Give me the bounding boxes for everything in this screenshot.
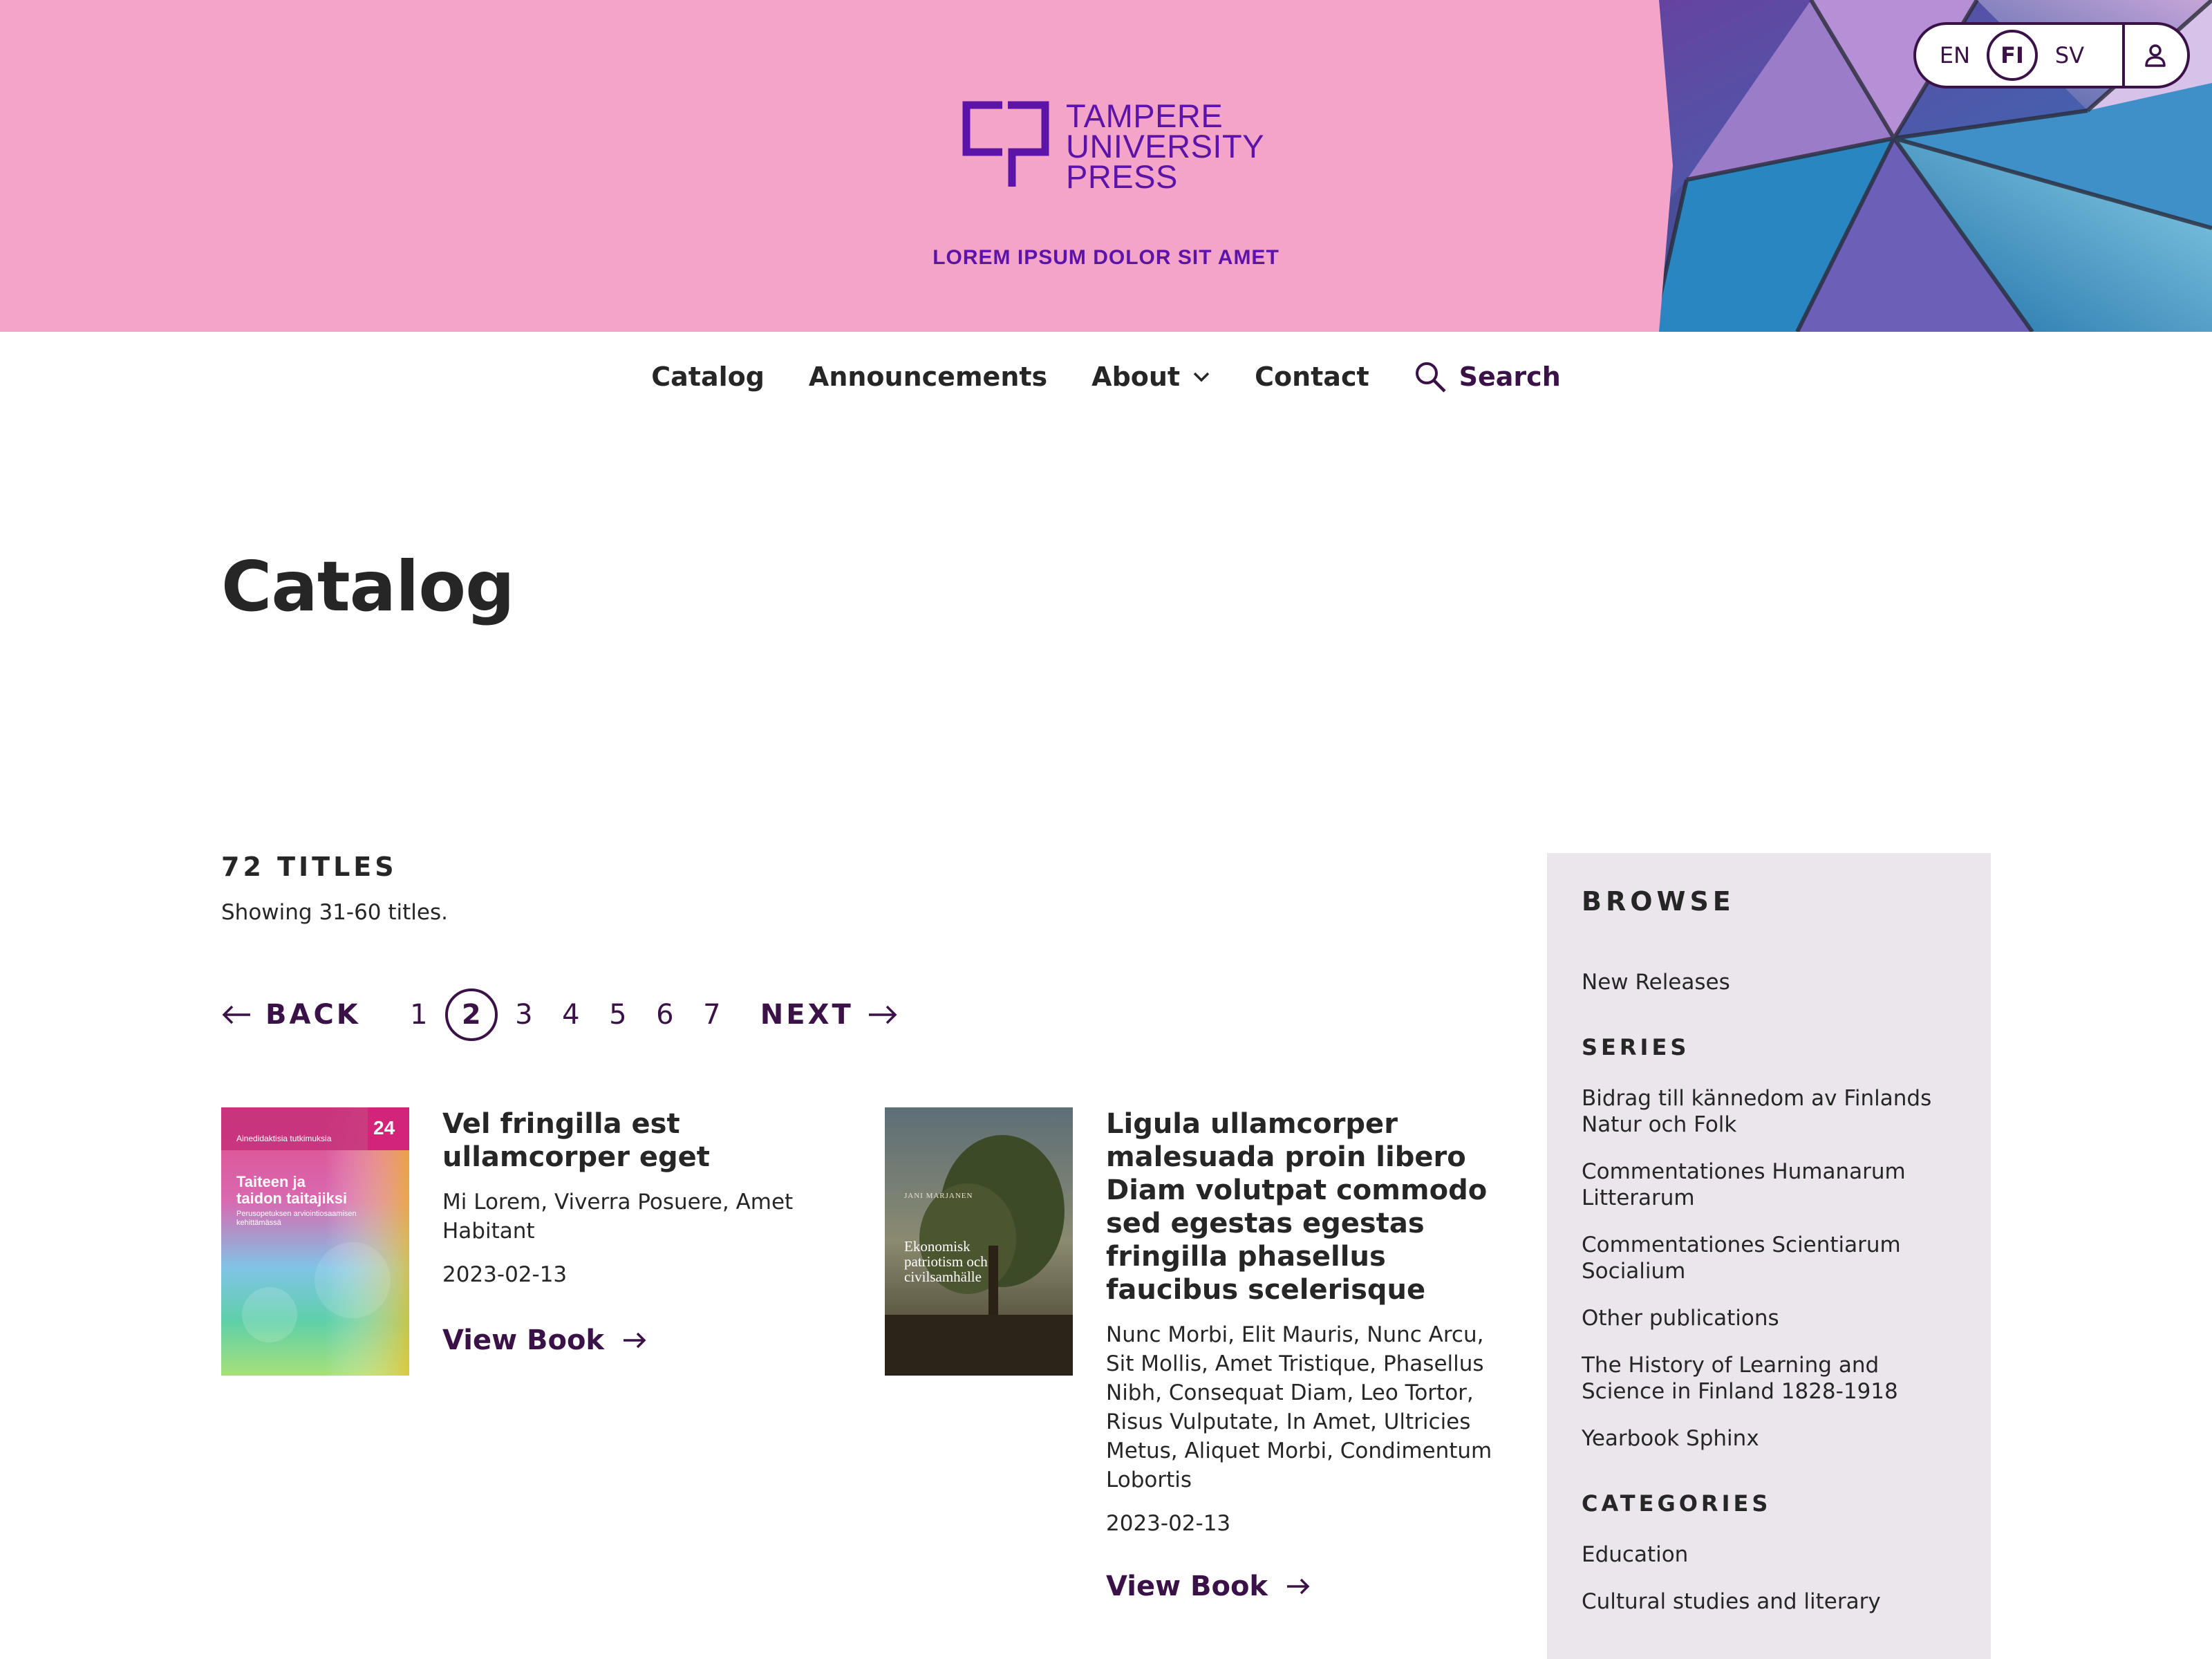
cover-title-line: Ekonomisk bbox=[904, 1238, 971, 1255]
categories-heading: CATEGORIES bbox=[1582, 1490, 1772, 1517]
pagination-next-label: NEXT bbox=[760, 999, 854, 1031]
results-range: Showing 31-60 titles. bbox=[221, 900, 448, 925]
series-link[interactable]: Commentationes Scientiarum Socialium bbox=[1582, 1232, 1956, 1284]
book-cover[interactable]: JANI MARJANEN Ekonomisk patriotism och c… bbox=[885, 1107, 1073, 1376]
language-switcher: EN FI SV bbox=[1913, 22, 2190, 88]
cover-title-line: civilsamhälle bbox=[904, 1268, 982, 1285]
pagination-back[interactable]: BACK bbox=[221, 999, 361, 1031]
cover-subtitle: Perusopetuksen arviointiosaamisen kehitt… bbox=[236, 1210, 357, 1227]
book-authors: Nunc Morbi, Elit Mauris, Nunc Arcu, Sit … bbox=[1106, 1322, 1492, 1492]
nav-search-label: Search bbox=[1459, 362, 1561, 392]
category-link[interactable]: Cultural studies and literary bbox=[1582, 1588, 1956, 1615]
user-icon bbox=[2145, 44, 2166, 67]
series-link[interactable]: Yearbook Sphinx bbox=[1582, 1425, 1956, 1452]
pagination-pages: 1 2 3 4 5 6 7 bbox=[395, 987, 735, 1042]
results-count: 72 TITLES bbox=[221, 852, 397, 882]
arrow-right-icon bbox=[1287, 1578, 1310, 1595]
site-header: TAMPERE UNIVERSITY PRESS LOREM IPSUM DOL… bbox=[0, 0, 2212, 332]
site-tagline: LOREM IPSUM DOLOR SIT AMET bbox=[932, 246, 1280, 269]
book-cover-art bbox=[221, 1107, 409, 1376]
arrow-right-icon bbox=[868, 1005, 897, 1024]
nav-contact[interactable]: Contact bbox=[1255, 362, 1369, 392]
book-info: Vel fringilla est ullamcorper eget Mi Lo… bbox=[442, 1107, 850, 1356]
pagination-back-label: BACK bbox=[265, 999, 361, 1031]
view-book-link[interactable]: View Book bbox=[1106, 1571, 1493, 1602]
book-info: Ligula ullamcorper malesuada proin liber… bbox=[1106, 1107, 1493, 1602]
cover-title: Taiteen ja taidon taitajiksi bbox=[236, 1174, 347, 1207]
cover-title-line: patriotism och bbox=[904, 1253, 988, 1270]
page-link-5[interactable]: 5 bbox=[594, 987, 641, 1042]
cover-series: Ainedidaktisia tutkimuksia bbox=[236, 1134, 332, 1143]
cover-author: JANI MARJANEN bbox=[904, 1192, 973, 1200]
lang-fi-active[interactable]: FI bbox=[1987, 30, 2038, 81]
page-title: Catalog bbox=[221, 546, 515, 627]
book-cover[interactable]: Ainedidaktisia tutkimuksia 24 Taiteen ja… bbox=[221, 1107, 409, 1376]
book-title[interactable]: Ligula ullamcorper malesuada proin liber… bbox=[1106, 1107, 1493, 1306]
nav-announcements[interactable]: Announcements bbox=[809, 362, 1047, 392]
book-title[interactable]: Vel fringilla est ullamcorper eget bbox=[442, 1107, 850, 1174]
view-book-label: View Book bbox=[442, 1324, 605, 1356]
main-navigation: Catalog Announcements About Contact Sear… bbox=[0, 332, 2212, 422]
cover-title-line: Taiteen ja bbox=[236, 1173, 306, 1190]
page-link-4[interactable]: 4 bbox=[547, 987, 594, 1042]
series-heading: SERIES bbox=[1582, 1034, 1690, 1060]
series-link[interactable]: The History of Learning and Science in F… bbox=[1582, 1352, 1956, 1405]
page-link-3[interactable]: 3 bbox=[500, 987, 547, 1042]
chevron-down-icon bbox=[1193, 372, 1210, 382]
browse-heading: BROWSE bbox=[1582, 886, 1735, 917]
series-link[interactable]: Other publications bbox=[1582, 1305, 1956, 1331]
view-book-link[interactable]: View Book bbox=[442, 1324, 850, 1356]
category-link[interactable]: Education bbox=[1582, 1541, 1956, 1568]
pagination-next[interactable]: NEXT bbox=[760, 999, 898, 1031]
page-link-6[interactable]: 6 bbox=[641, 987, 688, 1042]
cover-title: Ekonomisk patriotism och civilsamhälle bbox=[904, 1239, 988, 1284]
lang-sv[interactable]: SV bbox=[2042, 42, 2097, 68]
logo-mark bbox=[962, 101, 1049, 187]
page-link-7[interactable]: 7 bbox=[688, 987, 735, 1042]
series-link[interactable]: Bidrag till kännedom av Finlands Natur o… bbox=[1582, 1085, 1956, 1138]
browse-sidebar: BROWSE New Releases SERIES Bidrag till k… bbox=[1547, 853, 1991, 1659]
user-account-button[interactable] bbox=[2135, 35, 2176, 76]
view-book-label: View Book bbox=[1106, 1571, 1268, 1602]
arrow-right-icon bbox=[624, 1332, 646, 1349]
arrow-left-icon bbox=[222, 1005, 250, 1024]
cover-title-line: taidon taitajiksi bbox=[236, 1190, 348, 1207]
book-date: 2023-02-13 bbox=[1106, 1511, 1231, 1536]
lang-en[interactable]: EN bbox=[1927, 42, 1983, 68]
page-link-current[interactable]: 2 bbox=[444, 988, 498, 1041]
language-divider bbox=[2122, 25, 2125, 86]
sidebar-link-new-releases[interactable]: New Releases bbox=[1582, 969, 1956, 995]
nav-about-label: About bbox=[1091, 362, 1181, 392]
search-icon bbox=[1415, 362, 1446, 393]
site-logo[interactable]: TAMPERE UNIVERSITY PRESS bbox=[961, 97, 1264, 194]
nav-about[interactable]: About bbox=[1091, 362, 1210, 392]
cover-number: 24 bbox=[373, 1117, 395, 1138]
book-date: 2023-02-13 bbox=[442, 1262, 568, 1287]
nav-catalog[interactable]: Catalog bbox=[651, 362, 765, 392]
pagination: BACK 1 2 3 4 5 6 7 NEXT bbox=[221, 987, 898, 1042]
logo-wordmark: TAMPERE UNIVERSITY PRESS bbox=[1066, 97, 1265, 195]
nav-search[interactable]: Search bbox=[1414, 360, 1561, 393]
book-authors: Mi Lorem, Viverra Posuere, Amet Habitant bbox=[442, 1190, 794, 1244]
series-link[interactable]: Commentationes Humanarum Litterarum bbox=[1582, 1159, 1956, 1211]
page-link-1[interactable]: 1 bbox=[395, 987, 442, 1042]
